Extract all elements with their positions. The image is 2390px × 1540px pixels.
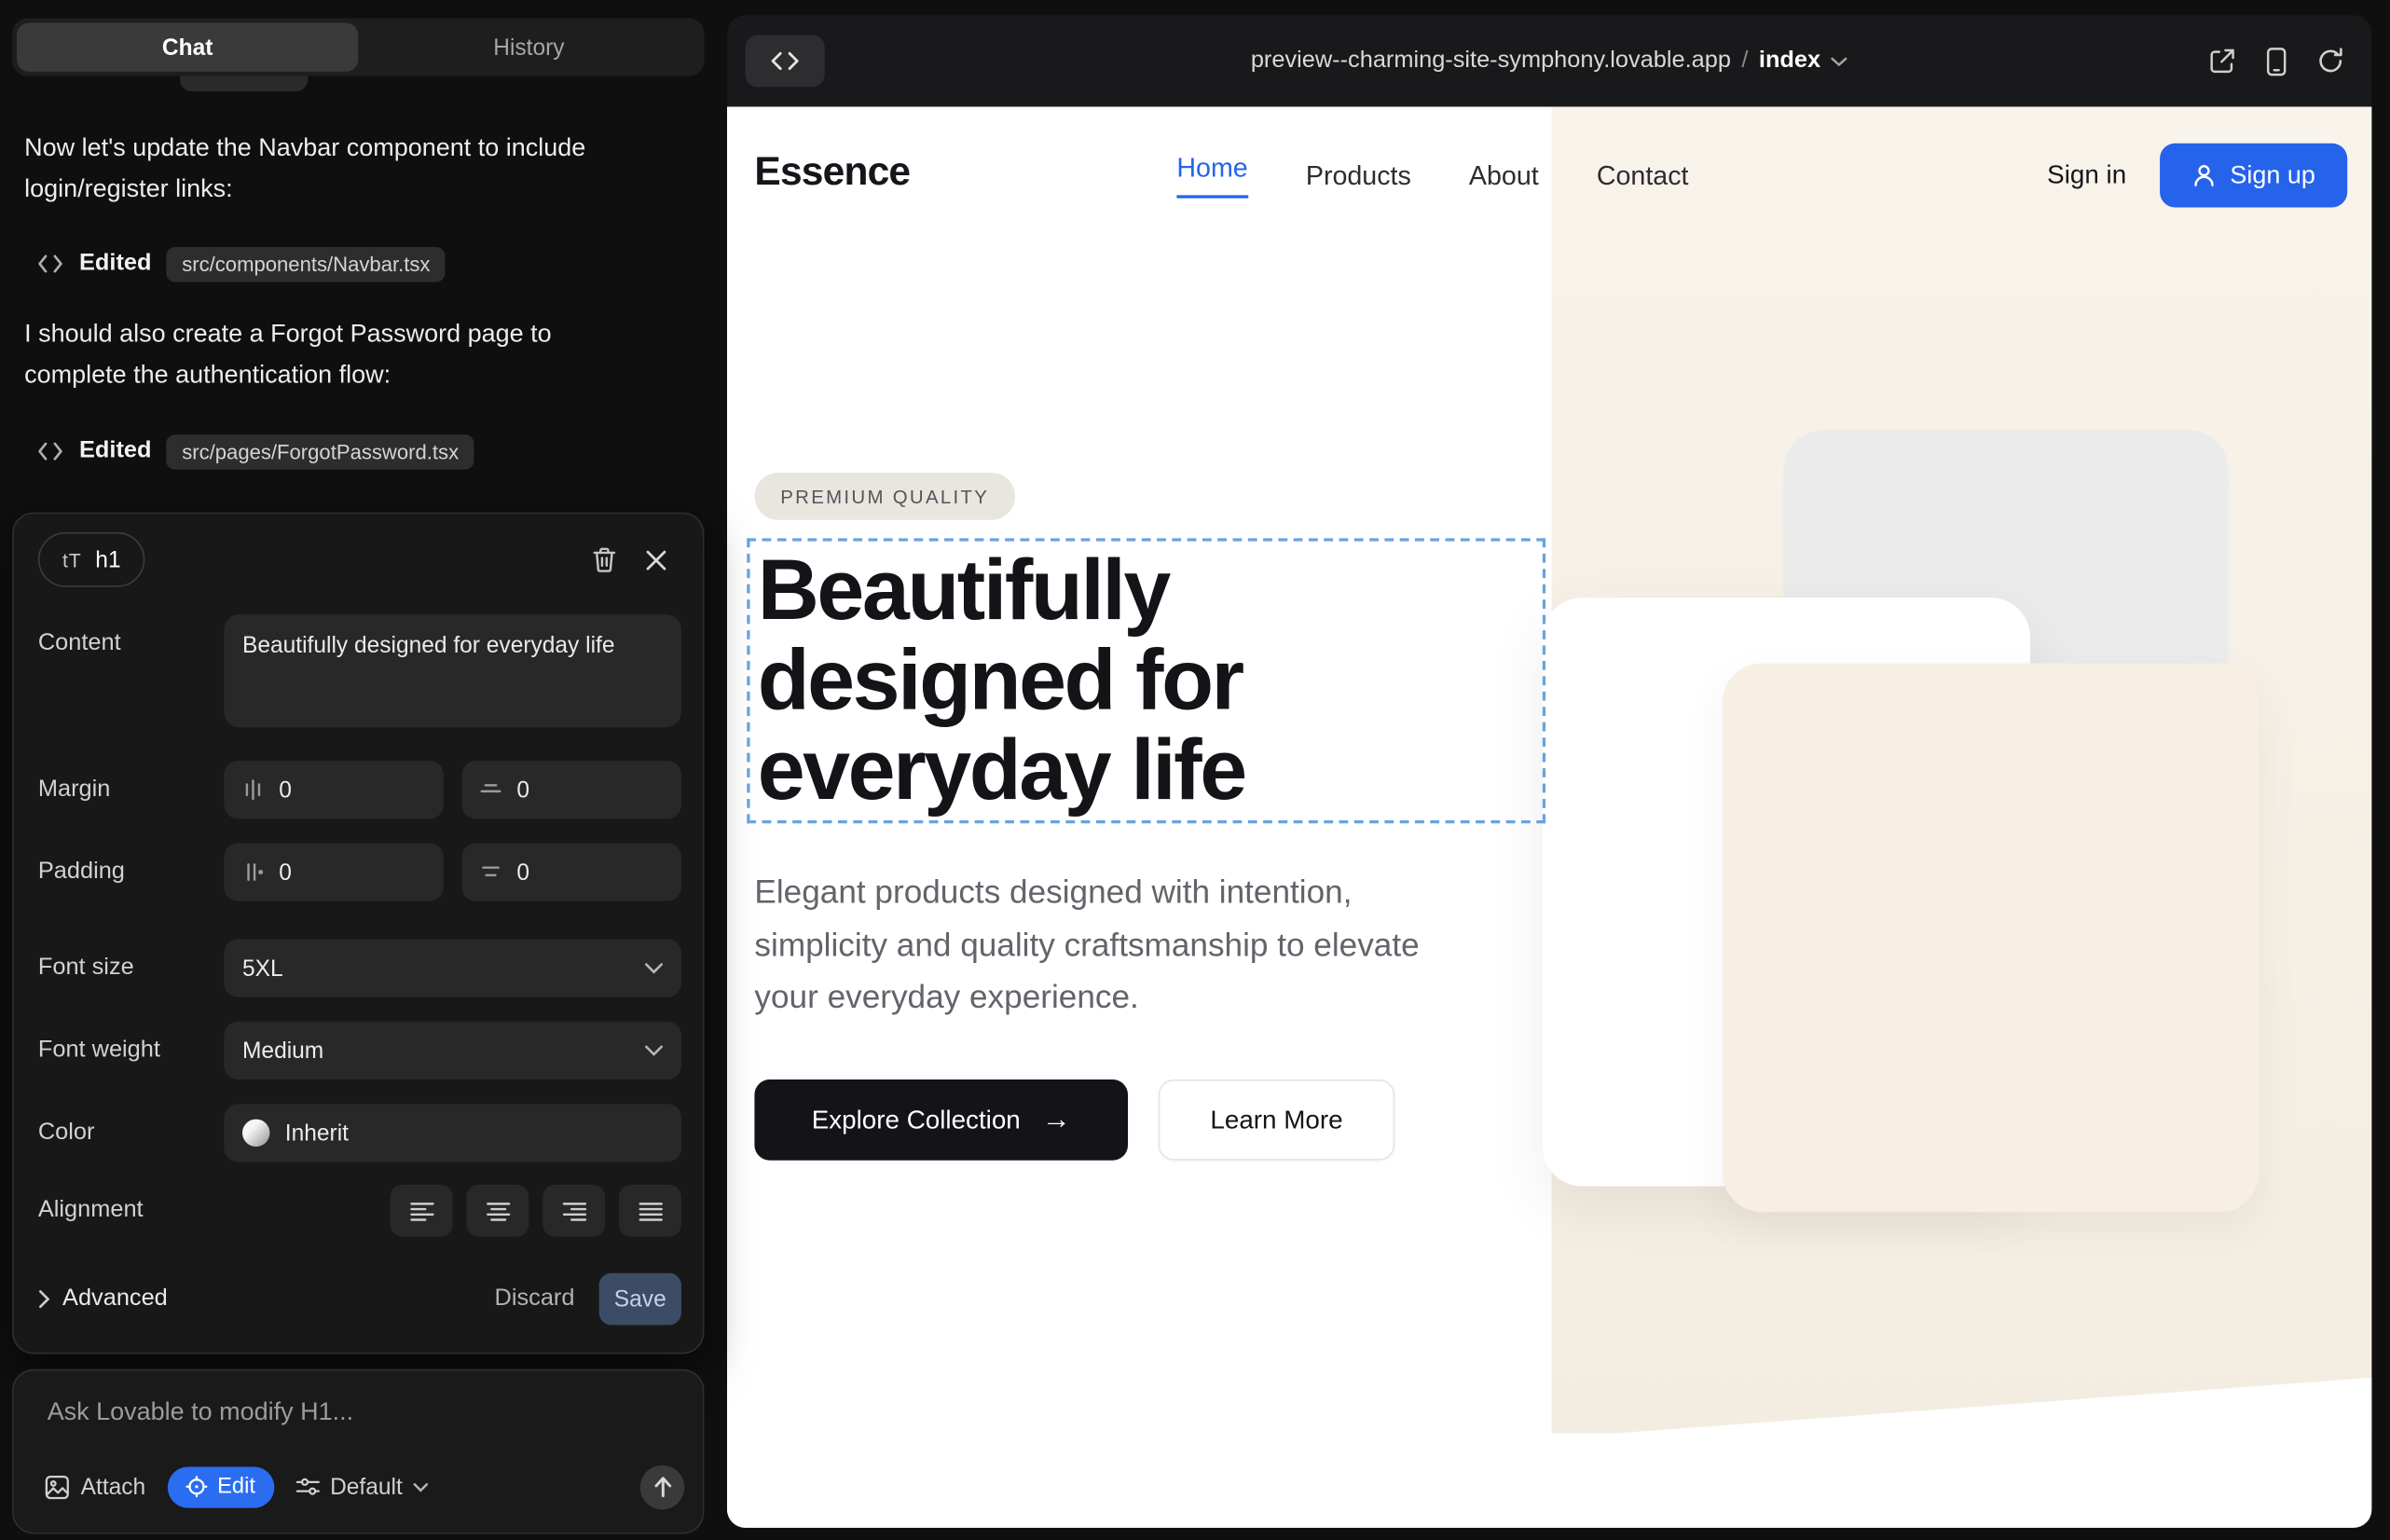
chat-message: I should also create a Forgot Password p… [24, 314, 652, 396]
site-viewport: Essence Home Products About Contact Sign… [727, 106, 2371, 1527]
external-link-icon[interactable] [2208, 48, 2235, 75]
attach-icon [44, 1474, 70, 1500]
chat-composer: Attach Edit Default [12, 1369, 704, 1534]
element-editor-panel: tT h1 Content [12, 513, 704, 1354]
site-logo[interactable]: Essence [754, 148, 910, 196]
sign-up-button[interactable]: Sign up [2160, 144, 2347, 208]
alignment-label: Alignment [38, 1197, 224, 1224]
site-nav-links: Home Products About Contact [1176, 106, 1688, 243]
padding-horizontal-icon [480, 861, 501, 883]
file-badge[interactable]: src/pages/ForgotPassword.tsx [167, 433, 474, 469]
edit-mode-toggle[interactable]: Edit [167, 1466, 273, 1507]
chevron-right-icon [38, 1290, 50, 1309]
nav-link-contact[interactable]: Contact [1597, 159, 1689, 191]
url-page: index [1759, 48, 1820, 75]
discard-button[interactable]: Discard [495, 1286, 575, 1313]
send-icon [653, 1476, 672, 1497]
align-left-button[interactable] [391, 1185, 453, 1237]
padding-label: Padding [38, 859, 224, 886]
arrow-right-icon: → [1042, 1103, 1071, 1136]
padding-horizontal-input[interactable]: 0 [461, 844, 680, 901]
margin-vertical-input[interactable]: 0 [224, 761, 443, 818]
selected-h1-element[interactable]: Beautifully designed for everyday life [747, 538, 1545, 823]
delete-element-button[interactable] [578, 533, 630, 585]
margin-label: Margin [38, 777, 224, 804]
margin-horizontal-input[interactable]: 0 [461, 761, 680, 818]
align-right-button[interactable] [543, 1185, 605, 1237]
chevron-down-icon [645, 1044, 664, 1056]
hero-headline: Beautifully designed for everyday life [750, 542, 1543, 815]
selected-tag-label: h1 [95, 546, 120, 572]
hero-description: Elegant products designed with intention… [754, 866, 1489, 1024]
tab-history[interactable]: History [358, 23, 699, 72]
code-icon [36, 254, 63, 275]
edited-label: Edited [79, 437, 151, 464]
chevron-down-icon [645, 962, 664, 974]
user-icon [2191, 163, 2216, 187]
editor-header: tT h1 [38, 532, 681, 587]
send-button[interactable] [640, 1464, 684, 1508]
margin-horizontal-icon [480, 779, 501, 801]
font-weight-select[interactable]: Medium [224, 1022, 681, 1079]
color-select[interactable]: Inherit [224, 1104, 681, 1162]
url-host: preview--charming-site-symphony.lovable.… [1251, 48, 1731, 75]
content-label: Content [38, 614, 224, 657]
preview-browser-window: preview--charming-site-symphony.lovable.… [727, 15, 2371, 1528]
sign-in-link[interactable]: Sign in [2047, 160, 2126, 191]
advanced-toggle[interactable]: Advanced [38, 1286, 168, 1313]
browser-chrome: preview--charming-site-symphony.lovable.… [727, 15, 2371, 106]
code-view-toggle[interactable] [746, 35, 825, 88]
edited-file-row: Edited src/pages/ForgotPassword.tsx [36, 430, 474, 473]
app-root: Chat History Now let's update the Navbar… [0, 0, 2390, 1540]
decor-cream-card [1723, 664, 2260, 1213]
chat-panel: Chat History Now let's update the Navbar… [0, 0, 727, 1540]
url-bar[interactable]: preview--charming-site-symphony.lovable.… [1251, 48, 1848, 75]
selected-element-pill[interactable]: tT h1 [38, 532, 145, 587]
explore-collection-button[interactable]: Explore Collection → [754, 1079, 1128, 1161]
attach-button[interactable]: Attach [44, 1474, 145, 1500]
code-icon [36, 441, 63, 462]
padding-vertical-input[interactable]: 0 [224, 844, 443, 901]
url-chevron-icon [1832, 56, 1848, 66]
code-icon [770, 50, 801, 72]
chat-message: Now let's update the Navbar component to… [24, 128, 652, 210]
alignment-buttons [391, 1185, 681, 1237]
font-size-select[interactable]: 5XL [224, 940, 681, 997]
mobile-icon[interactable] [2267, 47, 2287, 76]
site-navbar: Essence Home Products About Contact Sign… [727, 106, 2371, 243]
sliders-icon [295, 1476, 319, 1497]
nav-link-home[interactable]: Home [1176, 153, 1247, 199]
save-button[interactable]: Save [599, 1273, 681, 1326]
edited-label: Edited [79, 250, 151, 277]
padding-vertical-icon [242, 861, 264, 883]
color-label: Color [38, 1120, 224, 1147]
quality-badge: PREMIUM QUALITY [754, 473, 1015, 520]
font-size-label: Font size [38, 955, 224, 982]
font-weight-label: Font weight [38, 1037, 224, 1064]
color-swatch-icon [242, 1120, 269, 1147]
file-badge[interactable]: src/components/Navbar.tsx [167, 246, 446, 282]
learn-more-button[interactable]: Learn More [1159, 1079, 1394, 1161]
align-center-button[interactable] [466, 1185, 529, 1237]
tab-chat[interactable]: Chat [17, 23, 358, 72]
edited-file-row: Edited src/components/Navbar.tsx [36, 242, 446, 285]
align-justify-button[interactable] [619, 1185, 681, 1237]
edit-target-icon [185, 1476, 207, 1497]
auth-actions: Sign in Sign up [2047, 106, 2347, 243]
model-default-select[interactable]: Default [295, 1474, 428, 1500]
chevron-down-icon [413, 1481, 428, 1492]
browser-actions [2208, 15, 2344, 106]
nav-link-about[interactable]: About [1469, 159, 1539, 191]
typography-icon: tT [62, 548, 82, 571]
url-separator: / [1741, 48, 1748, 75]
hero-cta-row: Explore Collection → Learn More [754, 1079, 1394, 1161]
chat-history-tabs: Chat History [12, 19, 704, 76]
close-editor-button[interactable] [629, 533, 681, 585]
refresh-icon[interactable] [2317, 48, 2344, 75]
nav-link-products[interactable]: Products [1306, 159, 1411, 191]
content-input[interactable]: Beautifully designed for everyday life [224, 614, 681, 727]
margin-vertical-icon [242, 779, 264, 801]
composer-input[interactable] [44, 1396, 675, 1453]
